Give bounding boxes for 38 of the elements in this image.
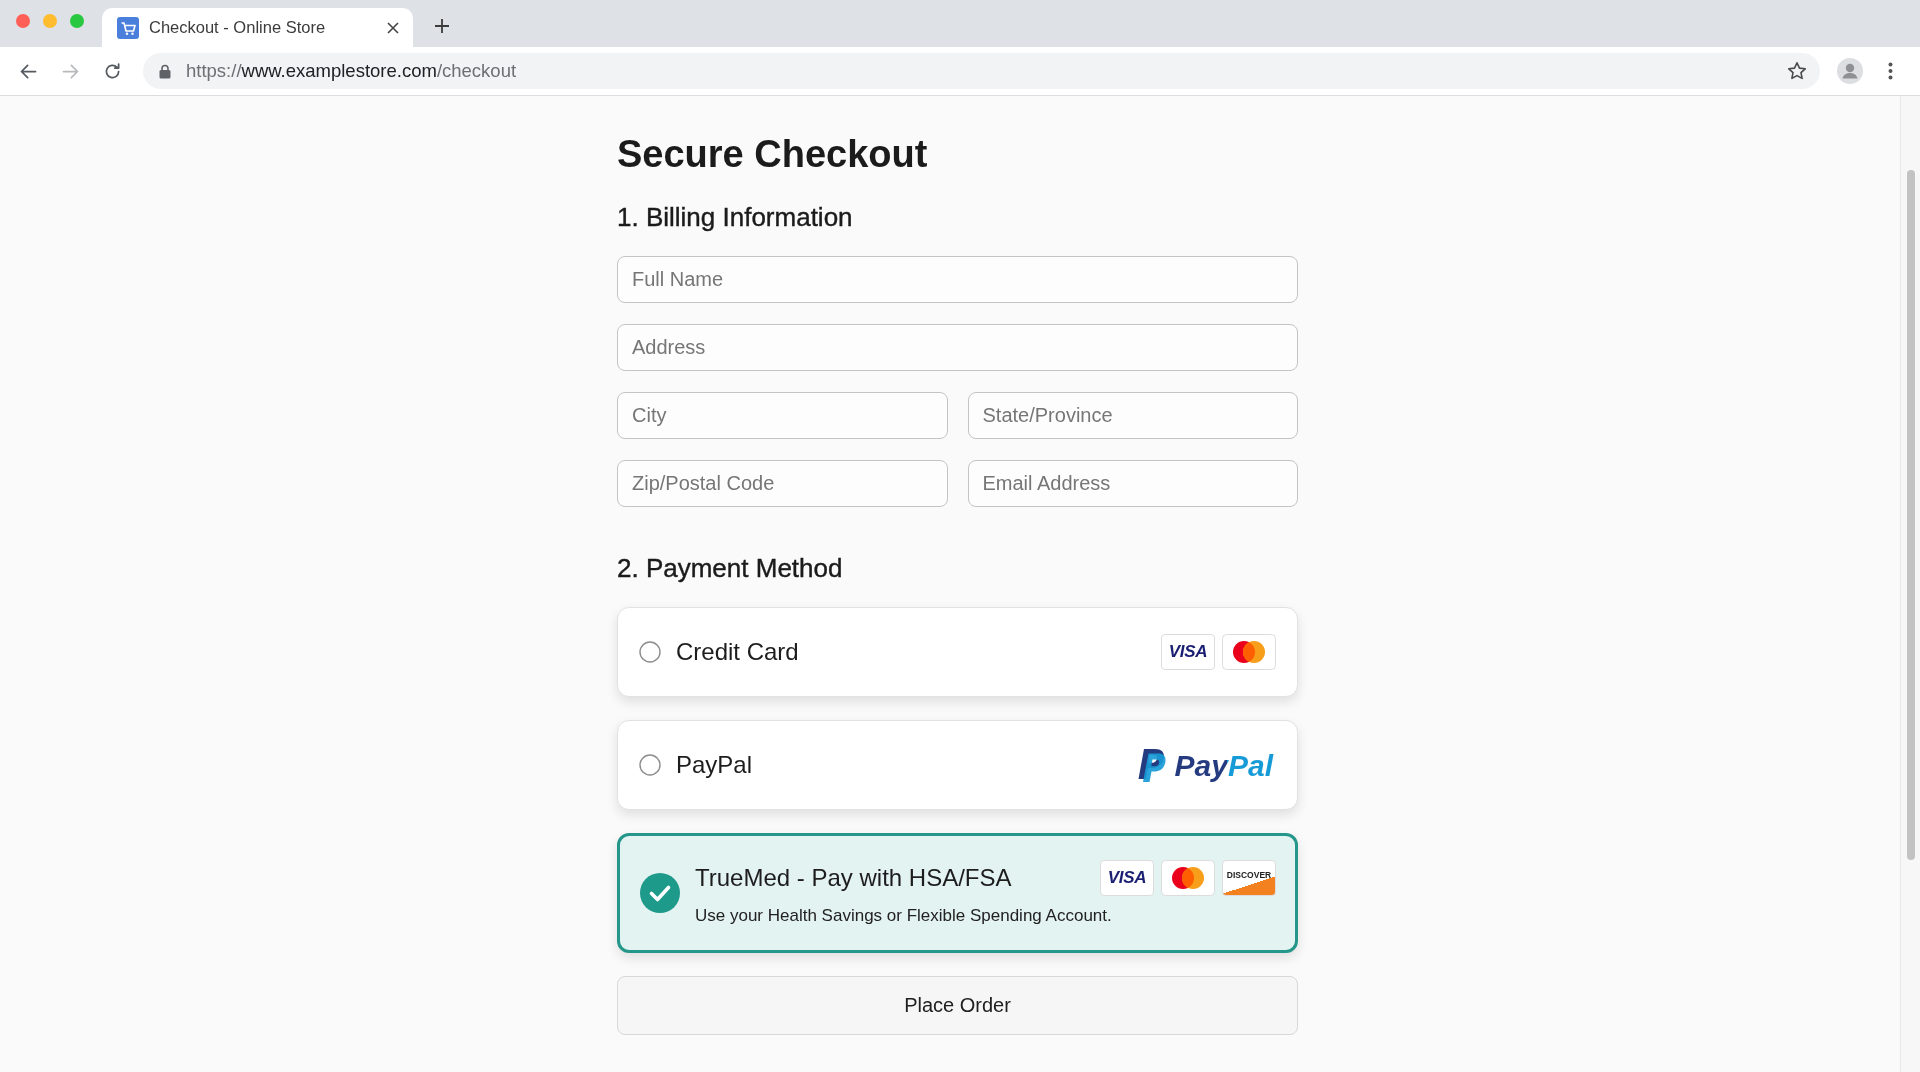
plus-icon[interactable]	[434, 18, 450, 34]
payment-option-label: TrueMed - Pay with HSA/FSA	[695, 864, 1013, 892]
payment-option-label: Credit Card	[676, 638, 800, 666]
window-maximize-icon[interactable]	[70, 14, 84, 28]
lock-icon	[159, 63, 171, 79]
close-icon[interactable]	[387, 21, 399, 34]
overlapping-circles-icon	[1161, 860, 1215, 896]
cart-icon	[117, 16, 139, 39]
scrollbar-thumb[interactable]	[1906, 170, 1915, 860]
text-field[interactable]: Address	[617, 324, 1298, 371]
payment-option-description: Use your Health Savings or Flexible Spending Account.	[695, 906, 1113, 926]
window-close-icon[interactable]	[16, 14, 30, 28]
section-heading: 2. Payment Method	[617, 552, 844, 584]
text-field[interactable]: State/Province	[967, 392, 1298, 439]
browser-tab[interactable]: Checkout - Online Store	[102, 8, 413, 47]
radio-button[interactable]	[640, 873, 680, 913]
place-order-button[interactable]: Place Order	[617, 976, 1298, 1035]
page-title: Secure Checkout	[617, 132, 929, 177]
text-field[interactable]: City	[617, 392, 948, 439]
discover-logo: DISCOVER	[1222, 860, 1276, 896]
address-bar[interactable]: https://www.examplestore.com/checkout	[143, 53, 1820, 89]
text-field[interactable]: Full Name	[617, 256, 1298, 303]
star-icon[interactable]	[1787, 61, 1807, 81]
overlapping-circles-icon	[1222, 634, 1276, 670]
text-field[interactable]: Email Address	[967, 460, 1298, 507]
payment-option-card[interactable]: PayPal PayPal	[617, 720, 1298, 810]
payment-option-card[interactable]: Credit Card VISA	[617, 607, 1298, 697]
radio-button[interactable]	[639, 641, 661, 663]
visa-logo: VISA	[1161, 634, 1215, 670]
text-field[interactable]: Zip/Postal Code	[617, 460, 948, 507]
payment-option-card[interactable]: TrueMed - Pay with HSA/FSA VISA DISCOVER Use your Health Savings or Flexible Spending Account.	[617, 833, 1298, 953]
payment-option-label: PayPal	[676, 751, 754, 779]
url-text: https://www.examplestore.com/checkout	[186, 60, 518, 82]
avatar-icon[interactable]	[1837, 58, 1863, 84]
visa-logo: VISA	[1100, 860, 1154, 896]
section-heading: 1. Billing Information	[617, 201, 854, 233]
radio-button[interactable]	[639, 754, 661, 776]
menu-icon[interactable]	[1888, 62, 1893, 80]
